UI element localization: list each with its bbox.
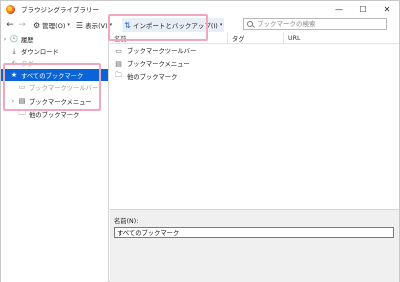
list-item-label: ブックマークツールバー [127, 48, 197, 55]
manage-button[interactable]: ⚙ 管理(O) ▾ [31, 18, 72, 32]
views-button[interactable]: ☰ 表示(V) ▾ [74, 18, 114, 32]
search-input[interactable] [257, 20, 377, 28]
column-header-tags[interactable]: タグ [228, 32, 284, 44]
name-field-label: 名前(N): [114, 218, 139, 225]
sidebar-item-label: 他のブックマーク [29, 111, 80, 119]
menu-folder-icon: ▤ [115, 59, 122, 68]
window-controls: — ☐ ✕ [327, 1, 399, 17]
sidebar-item-label: タグ [21, 60, 34, 68]
column-header-name[interactable]: 名前 [110, 32, 228, 44]
window-title: ブラウジングライブラリー [21, 6, 99, 14]
sidebar-item-bookmarks-menu[interactable]: › ▤ ブックマークメニュー [1, 95, 108, 107]
sidebar-item-label: ブックマークツールバー [29, 84, 99, 92]
sidebar-item-all-bookmarks[interactable]: ⌄ ★ すべてのブックマーク [1, 69, 108, 81]
folder-icon: 🗀 [18, 108, 26, 117]
dropdown-caret-icon: ▾ [67, 22, 70, 28]
chevron-down-icon[interactable]: ⌄ [1, 72, 9, 79]
search-icon [247, 21, 253, 27]
sidebar-item-bookmarks-toolbar[interactable]: ▭ ブックマークツールバー [1, 81, 108, 93]
import-export-arrows-icon: ⇅ [124, 20, 131, 30]
list-item-label: ブックマークメニュー [127, 61, 190, 68]
list-item-label: 他のブックマーク [127, 74, 178, 81]
chevron-right-icon[interactable]: › [9, 98, 17, 105]
search-box[interactable] [243, 18, 387, 30]
firefox-icon [6, 4, 15, 14]
list-icon: ☰ [75, 20, 84, 30]
close-button[interactable]: ✕ [375, 1, 399, 17]
download-icon: ⤓ [12, 46, 16, 55]
bookmark-list: 名前 タグ URL ▭ ブックマークツールバー ▤ ブックマークメニュー 🗀 他… [110, 32, 399, 209]
maximize-button[interactable]: ☐ [351, 1, 375, 17]
title-bar: ブラウジングライブラリー — ☐ ✕ [1, 1, 399, 17]
sidebar-item-other-bookmarks[interactable]: 🗀 他のブックマーク [1, 108, 108, 120]
sidebar-item-tags[interactable]: ⬖ タグ [1, 57, 108, 69]
minimize-button[interactable]: — [327, 1, 351, 17]
column-header-url[interactable]: URL [284, 33, 399, 44]
sidebar-item-history[interactable]: › 🕑 履歴 [1, 33, 108, 45]
chevron-right-icon[interactable]: › [1, 36, 9, 43]
dropdown-caret-icon: ▾ [109, 22, 113, 28]
dropdown-caret-icon: ▾ [219, 22, 223, 28]
star-icon: ★ [10, 71, 18, 79]
forward-arrow-icon[interactable]: → [16, 20, 28, 30]
manage-label: 管理(O) [42, 22, 66, 30]
views-label: 表示(V) [85, 22, 108, 30]
list-item[interactable]: ▤ ブックマークメニュー [114, 58, 190, 69]
gear-icon: ⚙ [33, 20, 41, 30]
details-pane: 名前(N): [110, 209, 399, 282]
name-field[interactable] [114, 227, 394, 238]
sidebar-item-downloads[interactable]: ⤓ ダウンロード [1, 45, 108, 57]
sidebar-tree: › 🕑 履歴 ⤓ ダウンロード ⬖ タグ ⌄ ★ すべてのブックマーク ▭ ブッ… [1, 33, 109, 282]
import-backup-label: インポートとバックアップ(I) [132, 22, 218, 30]
back-arrow-icon[interactable]: ← [4, 20, 16, 30]
menu-folder-icon: ▤ [18, 97, 26, 105]
list-item[interactable]: 🗀 他のブックマーク [114, 71, 177, 82]
import-backup-button[interactable]: ⇅ インポートとバックアップ(I) ▾ [122, 18, 225, 32]
sidebar-item-label: ブックマークメニュー [29, 98, 92, 106]
toolbar-folder-icon: ▭ [115, 46, 122, 55]
clock-icon: 🕑 [9, 35, 19, 43]
sidebar-item-label: 履歴 [21, 36, 34, 44]
sidebar-item-label: ダウンロード [21, 48, 59, 56]
sidebar-item-label: すべてのブックマーク [21, 72, 84, 80]
toolbar: ← → ⚙ 管理(O) ▾ ☰ 表示(V) ▾ ⇅ インポートとバックアップ(I… [1, 17, 399, 33]
folder-icon: 🗀 [115, 71, 122, 79]
library-window: ブラウジングライブラリー — ☐ ✕ ← → ⚙ 管理(O) ▾ ☰ 表示(V)… [0, 0, 400, 282]
tag-icon: ⬖ [11, 59, 17, 67]
column-headers: 名前 タグ URL [110, 32, 399, 44]
list-item[interactable]: ▭ ブックマークツールバー [114, 45, 196, 56]
toolbar-folder-icon: ▭ [18, 83, 26, 91]
